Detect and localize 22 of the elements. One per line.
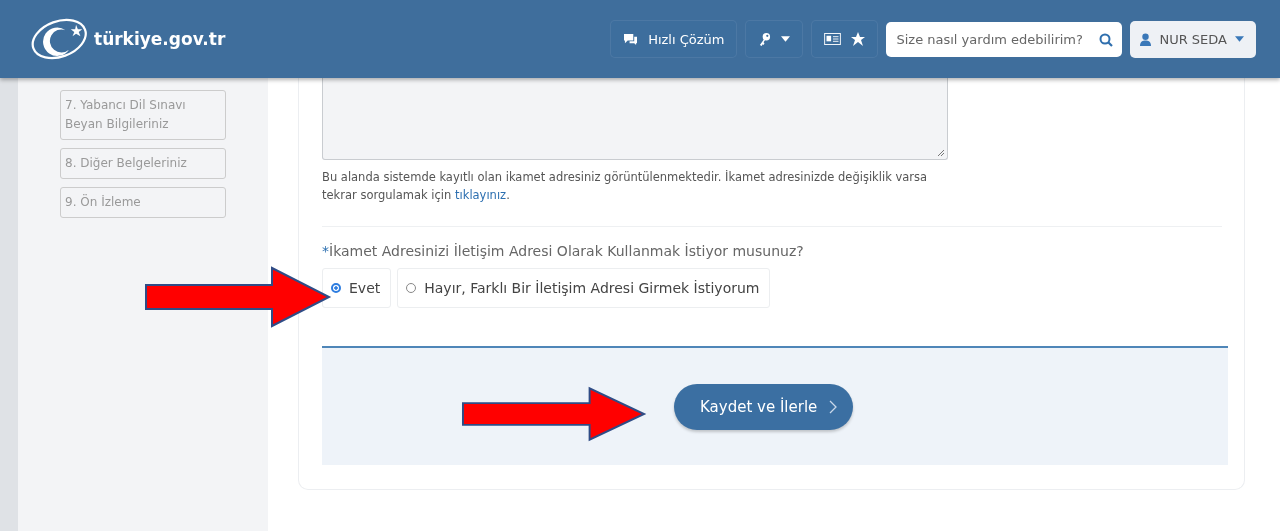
caret-down-icon — [781, 36, 791, 42]
chevron-right-icon — [829, 399, 838, 414]
question-text: *İkamet Adresinizi İletişim Adresi Olarak Kullanmak İstiyor musunuz? — [322, 243, 805, 259]
help-text: Bu alanda sistemde kayıtlı olan ikamet adresiniz görüntülenmektedir. İkamet adresinizde değişiklik varsa tekrar sorgulamak için tıklayınız. — [322, 169, 929, 204]
star-icon — [851, 32, 866, 46]
user-menu-button[interactable]: NUR SEDA — [1130, 20, 1256, 58]
save-and-continue-button[interactable]: Kaydet ve İlerle — [674, 383, 854, 430]
radio-option[interactable]: Hayır, Farklı Bir İletişim Adresi Girmek İstiyorum — [397, 268, 771, 308]
key-dropdown-button[interactable] — [745, 20, 804, 58]
radio-button[interactable] — [331, 283, 341, 293]
key-icon — [758, 31, 772, 47]
quick-solution-button[interactable]: Hızlı Çözüm — [610, 20, 738, 58]
search-field[interactable]: Size nasıl yardım edebilirim? — [886, 21, 1123, 57]
search-icon — [1099, 32, 1114, 47]
resize-grip-icon — [937, 149, 945, 157]
sidebar-step-link[interactable]: 7. Yabancı Dil Sınavı Beyan Bilgileriniz — [60, 90, 226, 140]
user-icon — [1140, 32, 1152, 46]
caret-down-icon — [1235, 36, 1244, 42]
id-card-icon — [824, 33, 842, 45]
id-card-favorites-button[interactable] — [811, 20, 879, 58]
chat-bubbles-icon — [623, 32, 639, 46]
site-logo-text[interactable]: türkiye.gov.tr — [94, 29, 226, 49]
